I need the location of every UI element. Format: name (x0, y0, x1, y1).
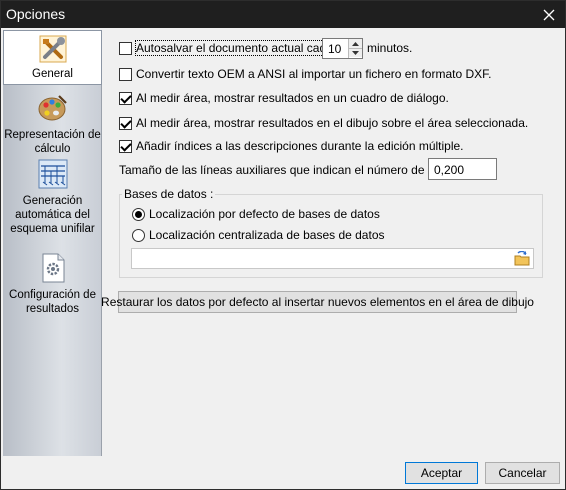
sidebar-item-label: Configuración de resultados (9, 289, 96, 315)
sidebar-item-label: General (32, 68, 73, 80)
database-centralized-radio[interactable] (132, 228, 145, 242)
aux-lines-label: Tamaño de las líneas auxiliares que indi… (119, 163, 460, 177)
close-icon (543, 9, 555, 20)
cancel-label: Cancelar (498, 466, 547, 480)
window-title: Opciones (6, 6, 66, 22)
chevron-up-icon (352, 41, 359, 46)
measure-drawing-option[interactable]: Al medir área, mostrar resultados en el … (119, 115, 528, 131)
dialog-footer: Aceptar Cancelar (1, 456, 565, 489)
close-button[interactable] (533, 1, 565, 28)
database-path-field[interactable] (131, 248, 534, 269)
sidebar-item-general[interactable]: General (3, 30, 102, 85)
measure-drawing-label: Al medir área, mostrar resultados en el … (136, 116, 529, 130)
add-indices-label: Añadir índices a las descripciones duran… (136, 139, 464, 153)
measure-dialog-option[interactable]: Al medir área, mostrar resultados en un … (119, 90, 449, 106)
aux-lines-size-value: 0,200 (434, 163, 465, 177)
palette-icon (37, 92, 69, 124)
database-default-radio[interactable] (132, 207, 145, 221)
accept-label: Aceptar (420, 466, 463, 480)
aux-lines-size-input[interactable]: 0,200 (428, 158, 497, 180)
tools-icon (37, 33, 69, 65)
database-default-option[interactable]: Localización por defecto de bases de dat… (132, 206, 380, 222)
database-centralized-label: Localización centralizada de bases de da… (149, 228, 385, 242)
sidebar-item-label: Representación de cálculo (4, 129, 101, 155)
convert-oem-checkbox[interactable] (119, 67, 132, 81)
autosave-label: Autosalvar el documento actual cada (135, 40, 334, 56)
stepper-up-button[interactable] (349, 39, 362, 48)
stepper-down-button[interactable] (349, 48, 362, 57)
sidebar-item-results[interactable]: Configuración de resultados (3, 252, 102, 315)
autosave-minutes-value: 10 (328, 42, 342, 56)
databases-group-title: Bases de datos : (122, 187, 216, 201)
restore-defaults-label: Restaurar los datos por defecto al inser… (101, 295, 534, 309)
measure-dialog-checkbox[interactable] (119, 91, 132, 105)
chevron-down-icon (352, 51, 359, 55)
sidebar-item-label: Generación automática del esquema unifil… (10, 195, 95, 235)
add-indices-checkbox[interactable] (119, 139, 132, 153)
add-indices-option[interactable]: Añadir índices a las descripciones duran… (119, 138, 464, 154)
autosave-minutes-stepper[interactable]: 10 (322, 38, 363, 59)
sidebar-item-calculation[interactable]: Representación de cálculo (3, 92, 102, 156)
database-centralized-option[interactable]: Localización centralizada de bases de da… (132, 227, 385, 243)
measure-dialog-label: Al medir área, mostrar resultados en un … (136, 91, 449, 105)
browse-folder-icon (514, 250, 530, 266)
title-bar: Opciones (1, 1, 565, 28)
category-sidebar: General Representación de cálculo Genera… (3, 30, 102, 456)
convert-oem-label: Convertir texto OEM a ANSI al importar u… (136, 67, 492, 81)
sidebar-item-schematic[interactable]: Generación automática del esquema unifil… (3, 158, 102, 250)
convert-oem-option[interactable]: Convertir texto OEM a ANSI al importar u… (119, 66, 491, 82)
measure-drawing-checkbox[interactable] (119, 116, 132, 130)
browse-folder-button[interactable] (514, 250, 530, 266)
cancel-button[interactable]: Cancelar (485, 462, 560, 484)
general-options-panel: Autosalvar el documento actual cada 10 m… (101, 30, 563, 456)
options-dialog: Opciones General Representación de cálcu… (0, 0, 566, 490)
autosave-checkbox[interactable] (119, 41, 132, 55)
restore-defaults-button[interactable]: Restaurar los datos por defecto al inser… (101, 291, 534, 313)
accept-button[interactable]: Aceptar (405, 462, 478, 484)
autosave-unit: minutos. (367, 41, 413, 55)
schematic-icon (37, 158, 69, 190)
gear-document-icon (37, 252, 69, 284)
autosave-option[interactable]: Autosalvar el documento actual cada (119, 40, 334, 56)
database-default-label: Localización por defecto de bases de dat… (149, 207, 380, 221)
